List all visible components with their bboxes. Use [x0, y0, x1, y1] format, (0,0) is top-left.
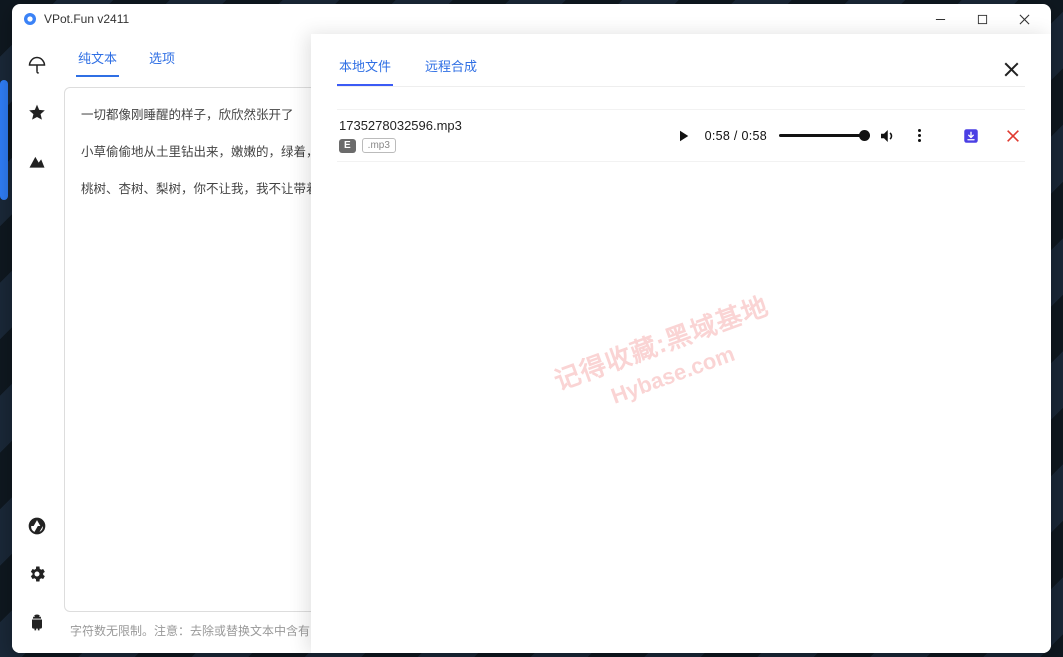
download-button[interactable] — [961, 126, 981, 146]
badge-e: E — [339, 139, 356, 153]
sidebar-item-star[interactable] — [20, 96, 54, 130]
maximize-button[interactable] — [961, 5, 1003, 33]
window-title: VPot.Fun v2411 — [44, 12, 919, 26]
drawer-header: 本地文件 远程合成 — [337, 52, 1025, 86]
audio-track-row: 1735278032596.mp3 E .mp3 0:58 / 0:58 — [337, 109, 1025, 162]
watermark-line2: Hybase.com — [563, 324, 784, 426]
divider — [337, 86, 1025, 87]
tab-plain-text[interactable]: 纯文本 — [76, 42, 119, 77]
track-meta: 1735278032596.mp3 E .mp3 — [339, 118, 667, 153]
watermark: 记得收藏:黑域基地 Hybase.com — [549, 286, 784, 426]
drawer-close-button[interactable] — [997, 55, 1025, 83]
sidebar-item-umbrella[interactable] — [20, 48, 54, 82]
sidebar-item-android[interactable] — [20, 605, 54, 639]
files-drawer: 本地文件 远程合成 1735278032596.mp3 E .mp3 — [311, 34, 1051, 653]
sidebar-item-mountain[interactable] — [20, 144, 54, 178]
titlebar: VPot.Fun v2411 — [12, 4, 1051, 34]
drawer-tabs: 本地文件 远程合成 — [337, 52, 479, 86]
watermark-line1: 记得收藏:黑域基地 — [549, 286, 774, 398]
time-label: 0:58 / 0:58 — [705, 129, 767, 143]
tab-remote-synth[interactable]: 远程合成 — [423, 52, 479, 86]
badge-ext: .mp3 — [362, 138, 396, 153]
track-actions — [961, 126, 1023, 146]
seek-slider[interactable] — [779, 134, 865, 137]
track-filename: 1735278032596.mp3 — [339, 118, 667, 133]
app-icon — [22, 11, 38, 27]
app-window: VPot.Fun v2411 — [12, 4, 1051, 653]
player-menu-button[interactable] — [909, 126, 929, 146]
close-button[interactable] — [1003, 5, 1045, 33]
audio-player: 0:58 / 0:58 — [667, 126, 935, 146]
sidebar — [12, 34, 62, 653]
sidebar-item-settings[interactable] — [20, 557, 54, 591]
minimize-button[interactable] — [919, 5, 961, 33]
tab-options[interactable]: 选项 — [147, 42, 177, 77]
play-button[interactable] — [673, 126, 693, 146]
tab-local-files[interactable]: 本地文件 — [337, 52, 393, 86]
volume-button[interactable] — [877, 126, 897, 146]
sidebar-item-aperture[interactable] — [20, 509, 54, 543]
accent-stripe — [0, 80, 8, 200]
delete-button[interactable] — [1003, 126, 1023, 146]
